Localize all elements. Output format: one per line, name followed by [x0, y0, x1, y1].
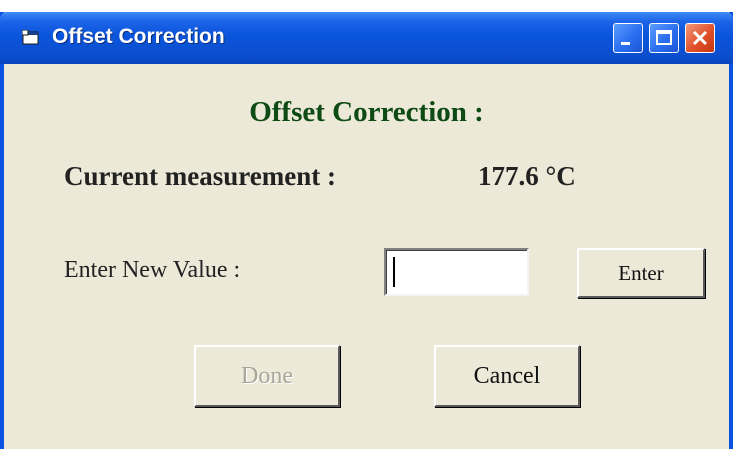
- new-value-label: Enter New Value :: [64, 257, 241, 283]
- maximize-icon: [656, 30, 672, 45]
- new-value-input[interactable]: [384, 248, 529, 296]
- dialog-body: Offset Correction : Current measurement …: [4, 64, 729, 449]
- close-icon: [692, 30, 708, 46]
- offset-correction-window: Offset Correction Offset Correction : Cu…: [0, 12, 733, 449]
- cancel-button[interactable]: Cancel: [434, 345, 580, 407]
- enter-button[interactable]: Enter: [577, 248, 705, 298]
- current-measurement-label: Current measurement :: [64, 161, 336, 191]
- minimize-icon: [621, 42, 630, 45]
- minimize-button[interactable]: [613, 23, 643, 53]
- close-button[interactable]: [685, 23, 715, 53]
- title-bar[interactable]: Offset Correction: [0, 12, 733, 64]
- dialog-heading: Offset Correction :: [249, 96, 484, 128]
- window-title: Offset Correction: [52, 25, 225, 48]
- text-caret: [393, 257, 395, 287]
- app-window-icon: [21, 29, 40, 46]
- maximize-button[interactable]: [649, 23, 679, 53]
- done-button: Done: [194, 345, 340, 407]
- current-measurement-value: 177.6 °C: [478, 161, 576, 191]
